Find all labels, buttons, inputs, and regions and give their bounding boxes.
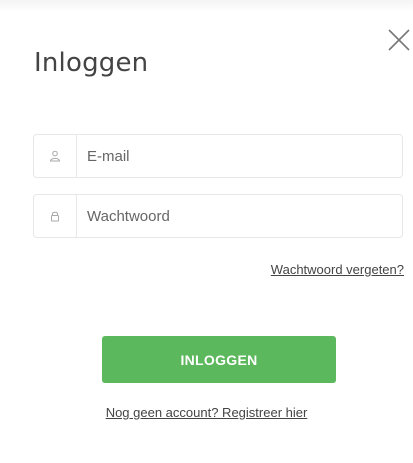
user-icon — [34, 135, 77, 177]
register-link[interactable]: Nog geen account? Registreer hier — [106, 405, 308, 420]
lock-icon — [34, 195, 77, 237]
email-field-container — [33, 134, 403, 178]
password-field[interactable] — [77, 195, 402, 237]
forgot-password-link[interactable]: Wachtwoord vergeten? — [271, 262, 404, 277]
register-prompt: Nog geen account? Registreer hier — [0, 405, 413, 420]
password-field-container — [33, 194, 403, 238]
modal-title: Inloggen — [34, 48, 149, 78]
email-field[interactable] — [77, 135, 402, 177]
login-button[interactable]: INLOGGEN — [102, 336, 336, 383]
login-modal: Inloggen Wachtwoord vergeten? INLOGGEN N… — [0, 0, 413, 463]
close-icon[interactable] — [385, 26, 413, 54]
